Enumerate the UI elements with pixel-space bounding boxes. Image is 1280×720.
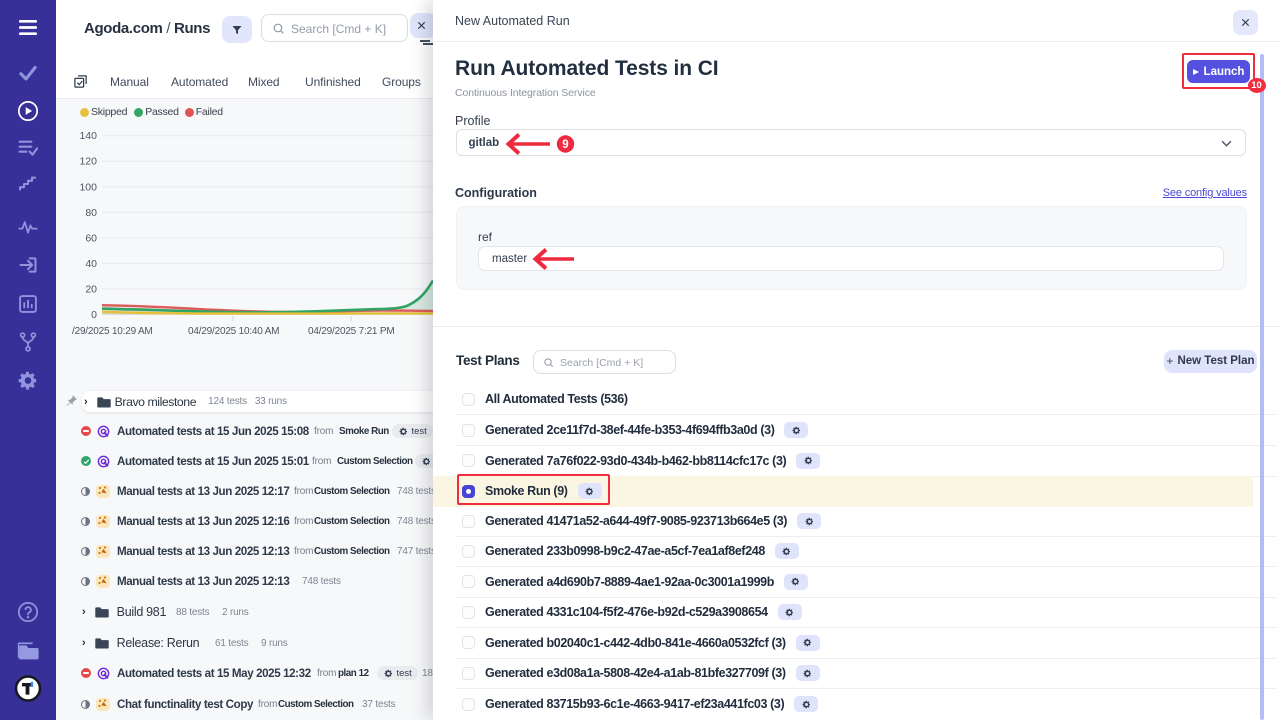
svg-text:04/29/2025 10:40 AM: 04/29/2025 10:40 AM [188, 326, 279, 337]
svg-text:60: 60 [85, 232, 97, 244]
svg-text:140: 140 [79, 130, 97, 142]
svg-text:/29/2025 10:29 AM: /29/2025 10:29 AM [72, 326, 153, 337]
svg-text:80: 80 [85, 207, 97, 219]
svg-text:9: 9 [562, 139, 568, 151]
svg-text:0: 0 [91, 309, 97, 321]
svg-text:40: 40 [85, 258, 97, 270]
svg-text:04/29/2025 7:21 PM: 04/29/2025 7:21 PM [308, 326, 394, 337]
svg-text:100: 100 [79, 181, 97, 193]
svg-text:120: 120 [79, 156, 97, 168]
svg-text:20: 20 [85, 284, 97, 296]
